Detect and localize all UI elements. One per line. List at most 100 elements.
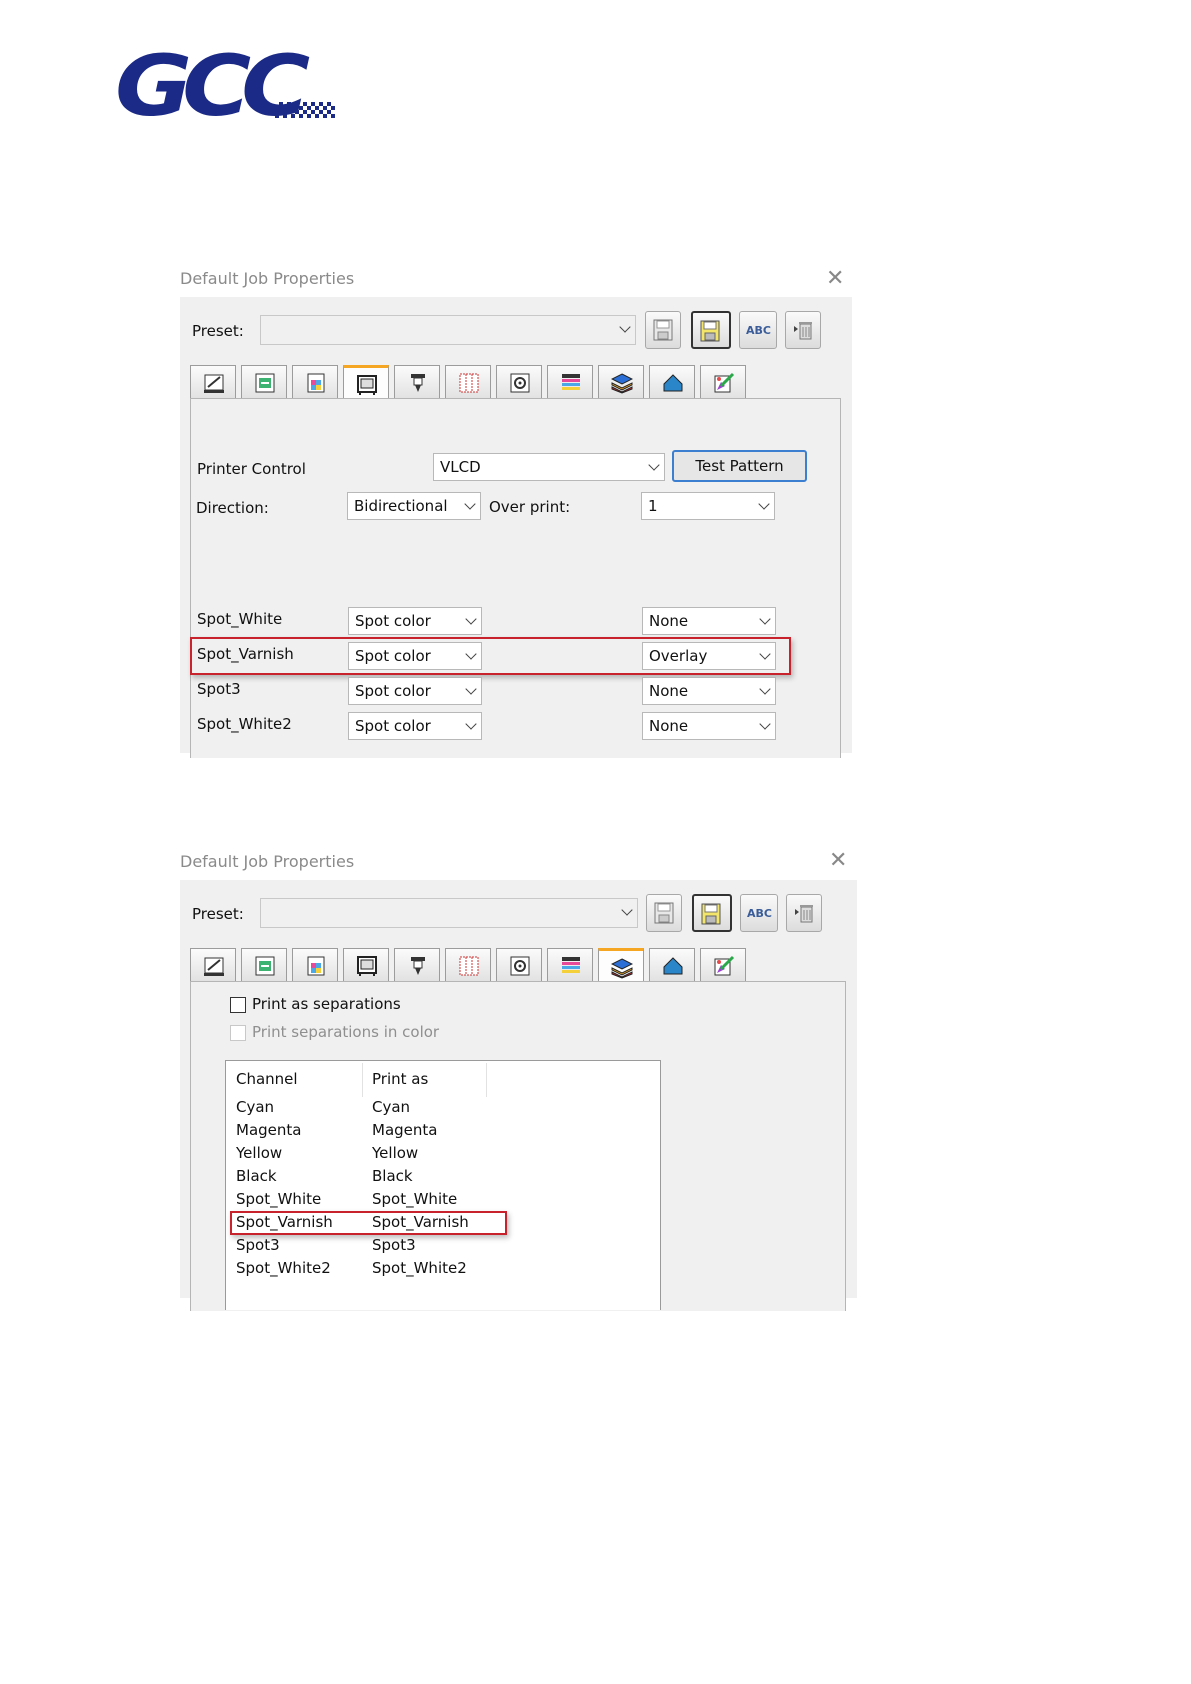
save-as-preset-button[interactable] — [691, 311, 731, 349]
tab-spot-color[interactable] — [700, 948, 746, 982]
print-separations-label: Print as separations — [252, 995, 401, 1013]
shape-icon — [663, 374, 683, 392]
tab-grid[interactable] — [445, 948, 491, 982]
tab-channels[interactable] — [547, 365, 593, 399]
tab-layers[interactable] — [598, 948, 644, 982]
color-icon — [307, 956, 325, 976]
print-as-cell: Cyan — [372, 1098, 411, 1116]
spot-mode-select[interactable]: None — [642, 607, 776, 635]
tab-tool[interactable] — [394, 365, 440, 399]
save-preset-button[interactable] — [646, 894, 682, 932]
printer-icon — [357, 375, 377, 395]
print-as-cell: Yellow — [372, 1144, 419, 1162]
tab-printer[interactable] — [343, 365, 389, 399]
target-icon — [510, 373, 530, 393]
channel-cell: Spot_White2 — [236, 1259, 331, 1277]
delete-preset-button[interactable] — [785, 311, 821, 349]
spot-mode-value: None — [649, 717, 689, 735]
spot-mode-value: None — [649, 682, 689, 700]
spot-type-value: Spot color — [355, 612, 431, 630]
tool-icon — [411, 957, 425, 975]
overprint-select[interactable]: 1 — [641, 492, 775, 520]
test-pattern-button[interactable]: Test Pattern — [672, 450, 807, 482]
printer-control-label: Printer Control — [197, 460, 306, 478]
chevron-down-icon — [761, 713, 769, 728]
tab-grid[interactable] — [445, 365, 491, 399]
color-icon — [307, 373, 325, 393]
chevron-down-icon — [467, 713, 475, 728]
chevron-down-icon — [650, 454, 658, 469]
grid-icon — [459, 956, 479, 976]
printer-control-value: VLCD — [440, 458, 481, 476]
printer-control-select[interactable]: VLCD — [433, 453, 665, 481]
spot-name-label: Spot_White2 — [197, 715, 292, 733]
print-as-cell: Black — [372, 1167, 413, 1185]
spot-type-select[interactable]: Spot color — [348, 607, 482, 635]
tab-layout[interactable] — [241, 948, 287, 982]
chevron-down-icon — [761, 678, 769, 693]
logo-text: GCC — [115, 37, 310, 135]
dialog-title: Default Job Properties — [180, 852, 355, 871]
printer-icon — [357, 956, 377, 976]
tab-media[interactable] — [190, 948, 236, 982]
close-icon[interactable]: ✕ — [826, 268, 844, 290]
tab-layout[interactable] — [241, 365, 287, 399]
tab-color[interactable] — [292, 365, 338, 399]
close-icon[interactable]: ✕ — [829, 850, 847, 872]
spot-color-icon — [714, 372, 735, 393]
column-header-channel[interactable]: Channel — [236, 1070, 298, 1088]
tab-channels[interactable] — [547, 948, 593, 982]
spot-type-select[interactable]: Spot color — [348, 677, 482, 705]
spot-mode-select[interactable]: None — [642, 712, 776, 740]
column-header-print-as[interactable]: Print as — [372, 1070, 428, 1088]
channel-cell: Spot3 — [236, 1236, 280, 1254]
print-as-cell: Magenta — [372, 1121, 438, 1139]
tool-icon — [411, 374, 425, 392]
direction-select[interactable]: Bidirectional — [347, 492, 481, 520]
overprint-value: 1 — [648, 497, 658, 515]
save-icon — [654, 902, 674, 924]
preset-select[interactable] — [260, 315, 636, 345]
rename-preset-button[interactable]: ABC — [740, 894, 778, 932]
column-divider[interactable] — [486, 1063, 487, 1097]
print-separations-checkbox[interactable] — [230, 997, 246, 1013]
spot-name-label: Spot3 — [197, 680, 241, 698]
tab-printer[interactable] — [343, 948, 389, 982]
print-separations-color-label: Print separations in color — [252, 1023, 440, 1041]
tab-target[interactable] — [496, 365, 542, 399]
chevron-down-icon — [466, 493, 474, 508]
overprint-label: Over print: — [489, 498, 571, 516]
tab-shape[interactable] — [649, 365, 695, 399]
channel-listbox[interactable]: Channel Print as Cyan Cyan Magenta Magenta… — [225, 1060, 661, 1310]
tab-shape[interactable] — [649, 948, 695, 982]
direction-value: Bidirectional — [354, 497, 448, 515]
tab-strip — [190, 948, 750, 984]
tab-strip — [190, 365, 750, 401]
tab-spot-color[interactable] — [700, 365, 746, 399]
save-as-preset-button[interactable] — [692, 894, 732, 932]
tab-tool[interactable] — [394, 948, 440, 982]
preset-label: Preset: — [192, 322, 244, 340]
tab-media[interactable] — [190, 365, 236, 399]
spot-mode-value: None — [649, 612, 689, 630]
delete-preset-button[interactable] — [786, 894, 822, 932]
preset-select[interactable] — [260, 898, 638, 928]
tab-color[interactable] — [292, 948, 338, 982]
spot-mode-select[interactable]: None — [642, 677, 776, 705]
save-preset-button[interactable] — [645, 311, 681, 349]
tab-layers[interactable] — [598, 365, 644, 399]
column-divider[interactable] — [362, 1063, 363, 1097]
gcc-logo: GCC — [115, 44, 335, 128]
chevron-down-icon — [467, 678, 475, 693]
tab-target[interactable] — [496, 948, 542, 982]
chevron-down-icon — [621, 316, 629, 331]
spot-type-select[interactable]: Spot color — [348, 712, 482, 740]
delete-icon — [794, 322, 812, 340]
dialog-title: Default Job Properties — [180, 269, 355, 288]
rename-preset-button[interactable]: ABC — [739, 311, 777, 349]
print-separations-color-checkbox[interactable] — [230, 1025, 246, 1041]
chevron-down-icon — [760, 493, 768, 508]
channel-cell: Yellow — [236, 1144, 283, 1162]
channel-cell: Black — [236, 1167, 277, 1185]
dialog-body: Preset: ABC — [180, 880, 857, 1311]
